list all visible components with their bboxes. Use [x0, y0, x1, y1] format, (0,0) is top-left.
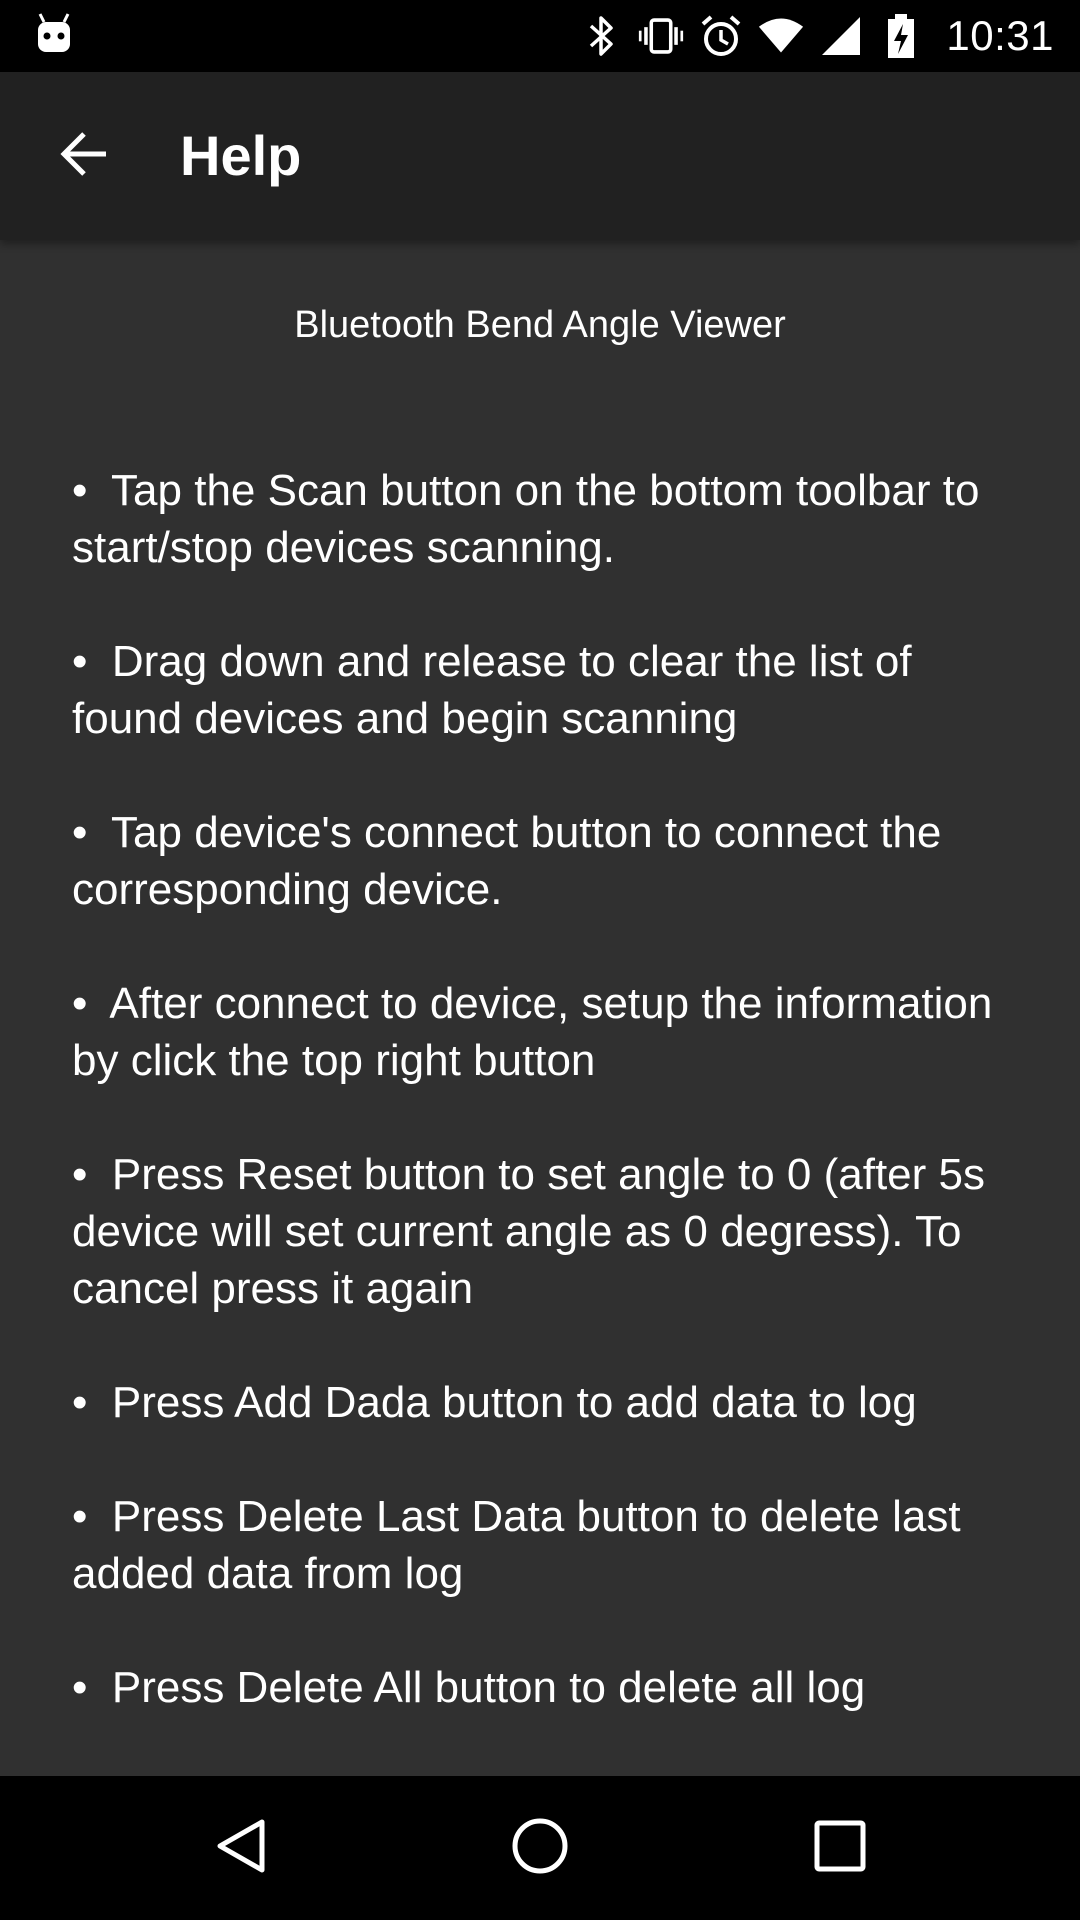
bluetooth-icon [578, 13, 624, 59]
help-item-delete-last: • Press Delete Last Data button to delet… [72, 1492, 973, 1598]
help-item-setup: • After connect to device, setup the inf… [72, 979, 1005, 1085]
cell-signal-icon [818, 13, 864, 59]
help-item-scan: • Tap the Scan button on the bottom tool… [72, 466, 992, 572]
back-triangle-icon [212, 1816, 268, 1881]
alarm-icon [698, 13, 744, 59]
wifi-icon [758, 13, 804, 59]
app-bar: Help [0, 72, 1080, 240]
help-item-connect: • Tap device's connect button to connect… [72, 808, 954, 914]
page-title: Help [180, 124, 302, 187]
help-content[interactable]: Bluetooth Bend Angle Viewer • Tap the Sc… [0, 240, 1080, 1776]
android-icon [34, 12, 74, 56]
status-bar: 10:31 [0, 0, 1080, 72]
help-item-reset: • Press Reset button to set angle to 0 (… [72, 1150, 998, 1313]
help-item-add-data: • Press Add Dada button to add data to l… [72, 1378, 917, 1427]
nav-home-button[interactable] [490, 1798, 590, 1898]
app-name-heading: Bluetooth Bend Angle Viewer [294, 304, 786, 346]
help-list: • Tap the Scan button on the bottom tool… [72, 462, 1022, 1773]
recents-square-icon [813, 1819, 867, 1878]
arrow-back-icon [58, 130, 110, 183]
help-item-delete-all: • Press Delete All button to delete all … [72, 1663, 866, 1712]
home-circle-icon [510, 1816, 570, 1881]
help-screen: 10:31 Help Bluetooth Bend Angle Viewer •… [0, 0, 1080, 1920]
nav-back-button[interactable] [190, 1798, 290, 1898]
vibrate-icon [638, 13, 684, 59]
status-time: 10:31 [946, 12, 1054, 59]
nav-recents-button[interactable] [790, 1798, 890, 1898]
help-item-drag-refresh: • Drag down and release to clear the lis… [72, 637, 924, 743]
navigation-bar [0, 1776, 1080, 1920]
battery-charging-icon [878, 13, 924, 59]
back-button[interactable] [34, 106, 134, 206]
